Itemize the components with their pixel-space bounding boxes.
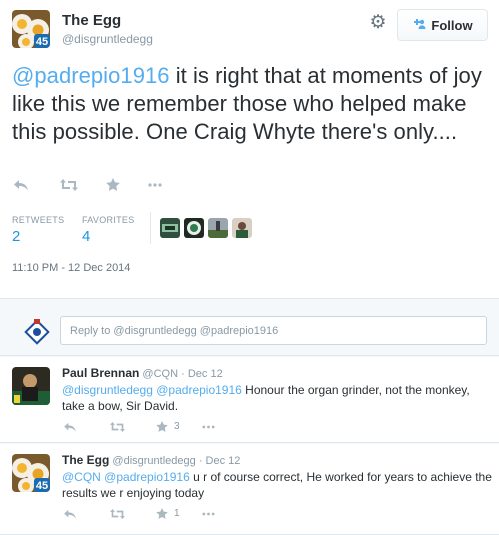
favorite-button[interactable] [106,178,138,191]
star-icon [156,421,168,432]
reply-author-name[interactable]: The Egg [62,453,109,467]
more-button[interactable] [202,512,248,516]
follow-button[interactable]: Follow [397,9,488,41]
retweet-icon [110,421,125,432]
replies-section: Reply to @disgruntledegg @padrepio1916 P… [0,298,499,535]
reply-actions: 1 [64,508,248,519]
retweet-icon [60,178,78,191]
reply-actions: 3 [64,421,248,432]
favorites-label: FAVORITES [82,215,135,225]
favorite-button[interactable]: 1 [156,508,202,519]
author-handle[interactable]: @disgruntledegg [62,32,153,46]
reply-mentions[interactable]: @CQN @padrepio1916 [62,470,190,484]
tweet-text: @padrepio1916 it is right that at moment… [12,62,496,146]
favorite-count: 1 [174,508,180,519]
reply-text: @disgruntledegg @padrepio1916 Honour the… [62,382,492,414]
reply-icon [64,509,76,519]
reply-author-handle[interactable]: @CQN [142,368,178,380]
reply-author-avatar[interactable]: 45 [12,454,50,492]
retweet-button[interactable] [60,178,92,191]
svg-text:45: 45 [36,36,48,48]
author-avatar[interactable]: 45 [12,10,50,48]
tweet-mention-link[interactable]: @padrepio1916 [12,63,170,88]
add-user-icon [412,18,426,33]
reply-tweet[interactable]: Paul Brennan @CQN · Dec 12 @disgruntlede… [0,357,499,443]
reply-button[interactable] [14,179,46,191]
reply-button[interactable] [64,422,110,432]
reply-button[interactable] [64,509,110,519]
reply-date[interactable]: · Dec 12 [199,455,241,467]
reply-date[interactable]: · Dec 12 [181,368,223,380]
gear-icon[interactable]: ⚙ [367,12,389,34]
reply-author-handle[interactable]: @disgruntledegg [112,455,195,467]
reply-header: Paul Brennan @CQN · Dec 12 [62,366,223,380]
star-icon [106,178,120,191]
tweet-actions [14,178,180,191]
tweet-stats: RETWEETS 2 FAVORITES 4 [12,212,488,246]
retweet-icon [110,508,125,519]
reply-icon [64,422,76,432]
favorite-count: 3 [174,421,180,432]
retweet-button[interactable] [110,508,156,519]
more-icon [148,182,162,187]
more-button[interactable] [202,425,248,429]
reply-author-name[interactable]: Paul Brennan [62,366,139,380]
favoriter-avatars [160,218,252,238]
follow-label: Follow [431,17,473,33]
reply-compose: Reply to @disgruntledegg @padrepio1916 [0,298,499,356]
more-icon [202,425,215,428]
favoriter-avatar[interactable] [208,218,228,238]
tweet-timestamp[interactable]: 11:10 PM - 12 Dec 2014 [12,262,130,274]
stats-divider [150,212,151,244]
reply-input[interactable]: Reply to @disgruntledegg @padrepio1916 [60,316,487,345]
reply-author-avatar[interactable] [12,367,50,405]
favorites-count[interactable]: 4 [82,228,90,245]
star-icon [156,508,168,519]
favoriter-avatar[interactable] [184,218,204,238]
more-button[interactable] [148,182,180,187]
reply-text: @CQN @padrepio1916 u r of course correct… [62,469,492,501]
reply-header: The Egg @disgruntledegg · Dec 12 [62,453,240,467]
favoriter-avatar[interactable] [160,218,180,238]
reply-icon [14,179,28,190]
author-name[interactable]: The Egg [62,12,121,29]
retweets-count[interactable]: 2 [12,228,20,245]
favorite-button[interactable]: 3 [156,421,202,432]
retweet-button[interactable] [110,421,156,432]
favoriter-avatar[interactable] [232,218,252,238]
main-tweet: 45 The Egg @disgruntledegg ⚙ Follow @pad… [0,0,499,298]
my-avatar [24,319,50,345]
reply-tweet[interactable]: 45 The Egg @disgruntledegg · Dec 12 @CQN… [0,444,499,535]
retweets-label: RETWEETS [12,215,65,225]
reply-mentions[interactable]: @disgruntledegg @padrepio1916 [62,383,242,397]
more-icon [202,512,215,515]
svg-text:45: 45 [36,480,48,492]
